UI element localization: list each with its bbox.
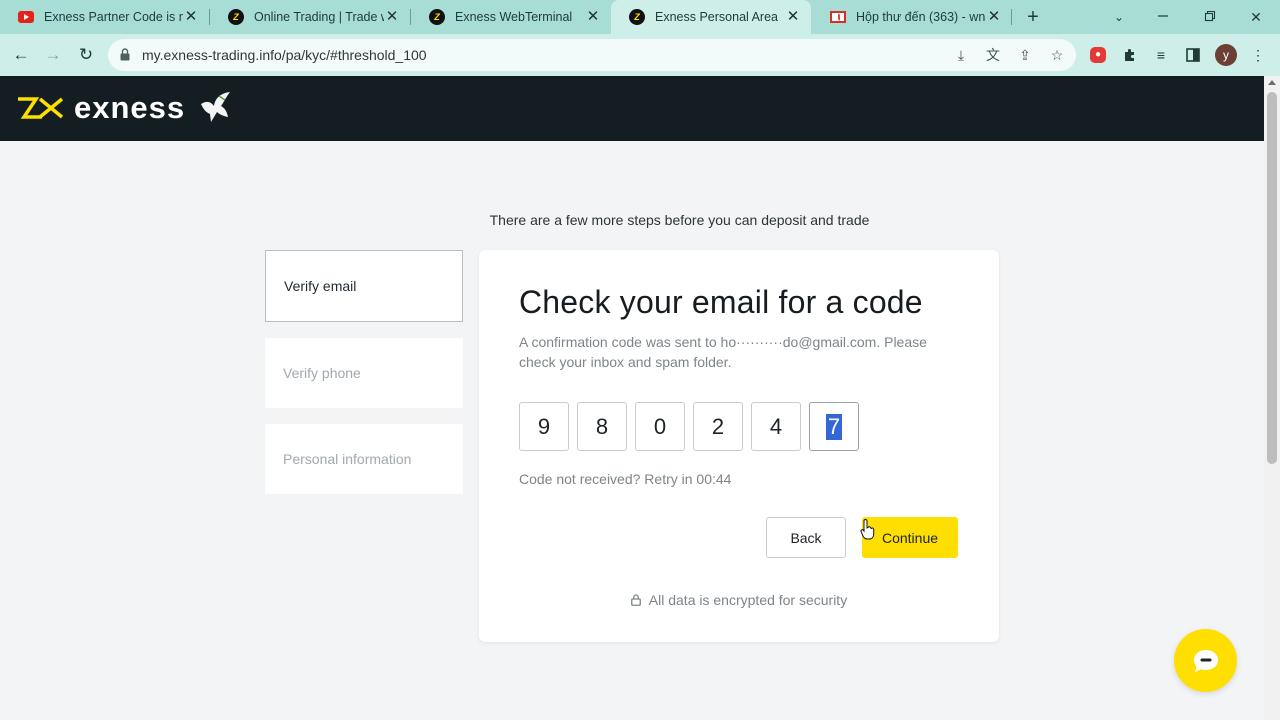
scroll-up-arrow-icon[interactable] [1268,80,1276,85]
side-panel-icon[interactable] [1182,44,1204,66]
profile-avatar[interactable]: y [1215,44,1237,66]
code-digit-input[interactable]: 4 [751,402,801,451]
bookmark-star-icon[interactable]: ☆ [1047,45,1067,65]
tab-title: Exness WebTerminal [455,10,573,24]
close-icon[interactable]: ✕ [585,9,601,25]
address-url: my.exness-trading.info/pa/kyc/#threshold… [142,47,427,63]
exness-logo-mark-icon [18,97,64,119]
translate-icon[interactable]: 文 [983,45,1003,65]
exness-logo[interactable]: exness [16,88,233,128]
browser-toolbar: ← → ↻ my.exness-trading.info/pa/kyc/#thr… [0,34,1280,76]
retry-countdown: Code not received? Retry in 00:44 [519,471,732,487]
tab-title: Online Trading | Trade wit [254,10,384,24]
kyc-notice: There are a few more steps before you ca… [489,212,870,228]
address-bar[interactable]: my.exness-trading.info/pa/kyc/#threshold… [108,39,1076,71]
step-personal-information: Personal information [265,424,463,494]
browser-tab-strip: Exness Partner Code is m( ✕ Z Online Tra… [0,0,1280,34]
brand-wordmark: exness [74,90,186,125]
browser-tab-active[interactable]: Z Exness Personal Area ✕ [611,0,811,34]
restore-icon[interactable] [1199,6,1221,28]
security-text: All data is encrypted for security [648,592,848,608]
window-close-icon[interactable]: ✕ [1245,6,1267,28]
code-input-group: 9 8 0 2 4 7 [519,402,859,451]
browser-tab[interactable]: Exness Partner Code is m( ✕ [0,0,209,34]
browser-tab[interactable]: Z Online Trading | Trade wit ✕ [210,0,410,34]
card-description: A confirmation code was sent to ho······… [519,334,927,370]
close-icon[interactable]: ✕ [986,9,1002,25]
code-digit-input[interactable]: 8 [577,402,627,451]
site-header: exness [0,76,1264,141]
scrollbar-thumb[interactable] [1267,92,1277,464]
code-digit-input[interactable]: 9 [519,402,569,451]
live-chat-button[interactable] [1174,629,1237,692]
youtube-icon [18,9,34,25]
tab-search-chevron-icon[interactable]: ⌄ [1108,6,1130,28]
close-icon[interactable]: ✕ [183,9,199,25]
extensions-puzzle-icon[interactable] [1119,44,1141,66]
verify-email-card: Check your email for a code A confirmati… [479,250,999,642]
share-icon[interactable]: ⇪ [1015,45,1035,65]
forward-arrow-icon[interactable]: → [40,42,66,68]
lock-icon [120,48,130,61]
install-app-icon[interactable]: ⤓ [951,45,971,65]
hand-cursor-icon [860,519,875,540]
gmail-icon [830,9,846,25]
code-digit-input-focused[interactable]: 7 [809,402,859,451]
browser-tab[interactable]: Z Exness WebTerminal ✕ [411,0,611,34]
extension-red-icon[interactable]: ● [1090,47,1106,63]
lock-icon [630,594,641,606]
back-button[interactable]: Back [766,517,846,558]
menu-kebab-icon[interactable]: ⋮ [1247,44,1269,66]
media-queue-icon[interactable]: ≡ [1150,44,1172,66]
chat-bubble-icon [1193,649,1218,672]
exness-icon: Z [228,9,244,25]
code-digit-input[interactable]: 0 [635,402,685,451]
tab-title: Exness Partner Code is m( [44,10,183,24]
close-icon[interactable]: ✕ [384,9,400,25]
code-digit-input[interactable]: 2 [693,402,743,451]
selected-digit: 7 [825,413,843,440]
dove-icon [201,92,231,122]
step-verify-email[interactable]: Verify email [265,250,463,322]
browser-tab[interactable]: Hộp thư đến (363) - wn3 ✕ [812,0,1012,34]
continue-button[interactable]: Continue [862,517,958,558]
close-icon[interactable]: ✕ [785,9,801,25]
tab-title: Hộp thư đến (363) - wn3 [856,10,986,24]
tab-title: Exness Personal Area [655,10,778,24]
tab-divider [1011,9,1012,25]
reload-icon[interactable]: ↻ [73,42,99,68]
new-tab-plus-icon[interactable]: + [1022,7,1044,29]
card-title: Check your email for a code [519,284,923,320]
back-arrow-icon[interactable]: ← [8,42,34,68]
page-scrollbar[interactable] [1264,76,1280,720]
step-verify-phone: Verify phone [265,338,463,408]
exness-icon: Z [629,9,645,25]
minimize-icon[interactable] [1152,6,1174,28]
exness-icon: Z [429,9,445,25]
security-note: All data is encrypted for security [479,592,999,608]
